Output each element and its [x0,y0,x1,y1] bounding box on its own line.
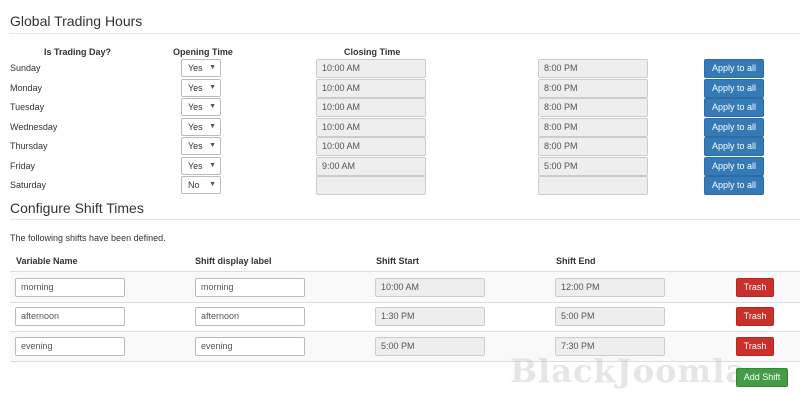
trading-day-select-sunday[interactable]: Yes ▼ [181,59,221,77]
select-value: Yes [188,122,203,132]
day-label-tuesday: Tuesday [10,102,45,112]
select-value: Yes [188,141,203,151]
apply-to-all-button-wednesday[interactable]: Apply to all [704,118,764,137]
divider [10,33,800,34]
opening-time-sunday[interactable]: 10:00 AM [316,59,426,78]
shift-label-input[interactable]: afternoon [195,307,305,326]
trading-day-select-monday[interactable]: Yes ▼ [181,79,221,97]
add-shift-button[interactable]: Add Shift [736,368,788,387]
caret-down-icon: ▼ [209,123,216,130]
header-variable-name: Variable Name [16,256,78,266]
closing-time-saturday[interactable] [538,176,648,195]
watermark-logo: BlackJoomla [510,352,748,390]
header-shift-start: Shift Start [376,256,420,266]
closing-time-monday[interactable]: 8:00 PM [538,79,648,98]
header-is-trading-day: Is Trading Day? [44,47,112,57]
header-shift-end: Shift End [556,256,596,266]
day-label-wednesday: Wednesday [10,122,58,132]
caret-down-icon: ▼ [209,103,216,110]
shift-start-input[interactable]: 1:30 PM [375,307,485,326]
divider [10,219,800,220]
shifts-description: The following shifts have been defined. [10,233,166,243]
closing-time-wednesday[interactable]: 8:00 PM [538,118,648,137]
header-closing-time: Closing Time [344,47,401,57]
shift-label-input[interactable]: morning [195,278,305,297]
variable-name-input[interactable]: evening [15,337,125,356]
closing-time-sunday[interactable]: 8:00 PM [538,59,648,78]
apply-to-all-button-sunday[interactable]: Apply to all [704,59,764,78]
caret-down-icon: ▼ [209,181,216,188]
caret-down-icon: ▼ [209,142,216,149]
apply-to-all-button-thursday[interactable]: Apply to all [704,137,764,156]
apply-to-all-button-friday[interactable]: Apply to all [704,157,764,176]
day-label-saturday: Saturday [10,180,47,190]
shift-times-title: Configure Shift Times [10,200,144,216]
trading-day-select-saturday[interactable]: No ▼ [181,176,221,194]
caret-down-icon: ▼ [209,162,216,169]
opening-time-friday[interactable]: 9:00 AM [316,157,426,176]
apply-to-all-button-saturday[interactable]: Apply to all [704,176,764,195]
closing-time-thursday[interactable]: 8:00 PM [538,137,648,156]
trading-hours-title: Global Trading Hours [10,13,143,29]
closing-time-tuesday[interactable]: 8:00 PM [538,98,648,117]
day-label-friday: Friday [10,161,36,171]
trading-day-select-friday[interactable]: Yes ▼ [181,157,221,175]
caret-down-icon: ▼ [209,64,216,71]
opening-time-saturday[interactable] [316,176,426,195]
shift-label-input[interactable]: evening [195,337,305,356]
trading-day-select-tuesday[interactable]: Yes ▼ [181,98,221,116]
closing-time-friday[interactable]: 5:00 PM [538,157,648,176]
shift-end-input[interactable]: 5:00 PM [555,307,665,326]
trash-button[interactable]: Trash [736,278,774,297]
opening-time-wednesday[interactable]: 10:00 AM [316,118,426,137]
select-value: Yes [188,102,203,112]
caret-down-icon: ▼ [209,84,216,91]
variable-name-input[interactable]: afternoon [15,307,125,326]
select-value: Yes [188,161,203,171]
shift-end-input[interactable]: 12:00 PM [555,278,665,297]
select-value: No [188,180,200,190]
opening-time-tuesday[interactable]: 10:00 AM [316,98,426,117]
header-opening-time: Opening Time [173,47,233,57]
trash-button[interactable]: Trash [736,307,774,326]
apply-to-all-button-monday[interactable]: Apply to all [704,79,764,98]
select-value: Yes [188,63,203,73]
shift-start-input[interactable]: 10:00 AM [375,278,485,297]
trading-day-select-thursday[interactable]: Yes ▼ [181,137,221,155]
opening-time-thursday[interactable]: 10:00 AM [316,137,426,156]
apply-to-all-button-tuesday[interactable]: Apply to all [704,98,764,117]
variable-name-input[interactable]: morning [15,278,125,297]
day-label-sunday: Sunday [10,63,41,73]
select-value: Yes [188,83,203,93]
shift-start-input[interactable]: 5:00 PM [375,337,485,356]
header-shift-display-label: Shift display label [195,256,272,266]
day-label-thursday: Thursday [10,141,48,151]
day-label-monday: Monday [10,83,43,93]
trading-day-select-wednesday[interactable]: Yes ▼ [181,118,221,136]
opening-time-monday[interactable]: 10:00 AM [316,79,426,98]
